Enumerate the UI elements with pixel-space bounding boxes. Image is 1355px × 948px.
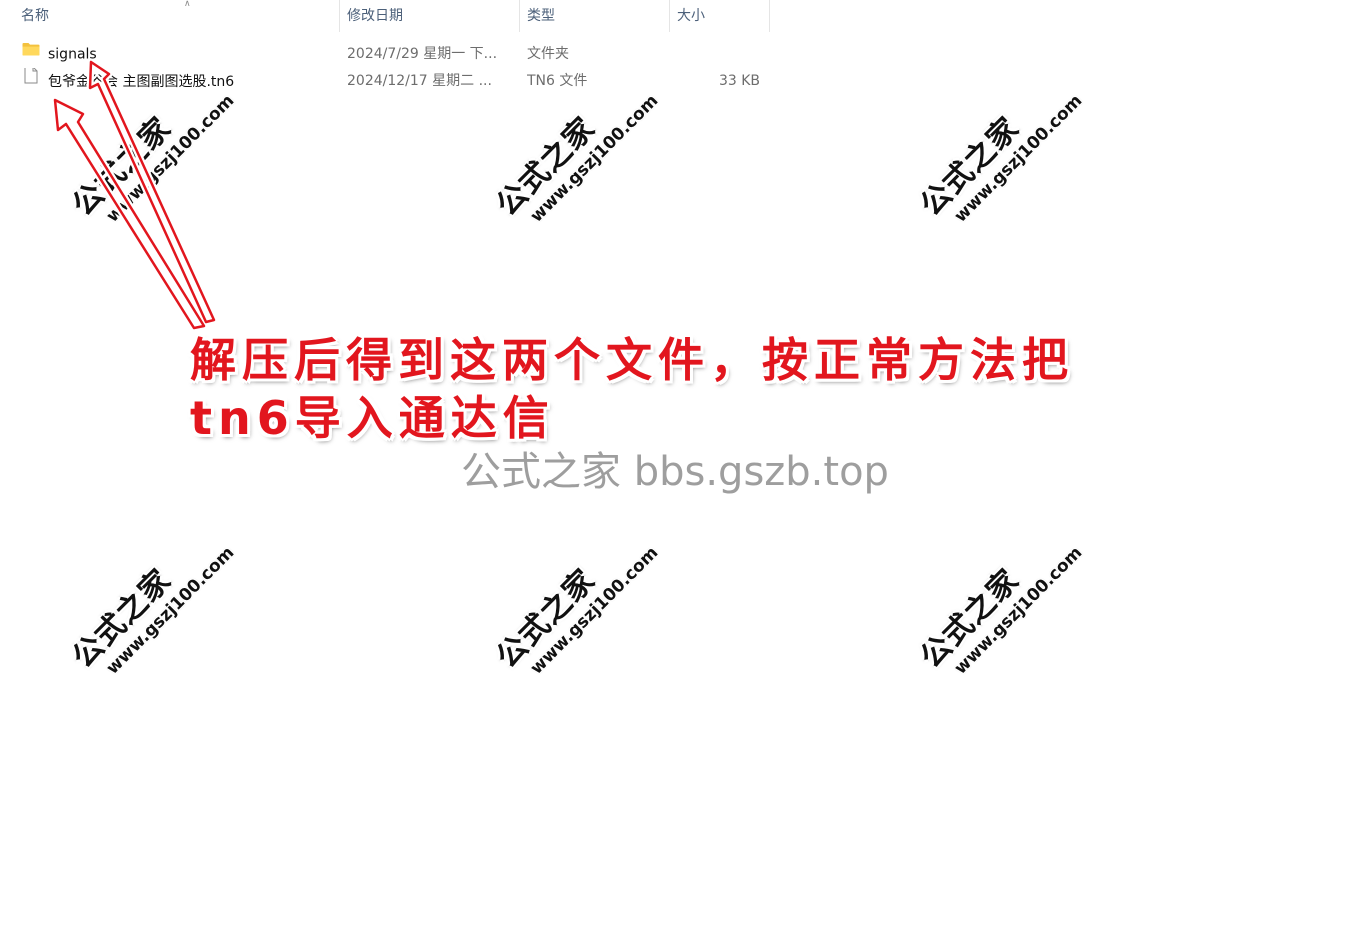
column-header-name-label: 名称 <box>21 8 49 24</box>
column-header-size-label: 大小 <box>677 8 705 24</box>
column-header-date-label: 修改日期 <box>347 8 403 24</box>
watermark: 公式之家 www.gszj100.com <box>913 510 1106 701</box>
file-date: 2024/12/17 星期二 ... <box>347 73 492 89</box>
watermark-title: 公式之家 <box>913 110 1027 224</box>
column-header-size[interactable]: 大小 <box>670 0 770 32</box>
file-name: signals <box>48 46 97 63</box>
file-row-signals[interactable]: signals 2024/7/29 星期一 下... 文件夹 <box>0 41 770 68</box>
file-explorer-view: 名称 ∧ 修改日期 类型 大小 signals 2024/7/29 星期一 下.… <box>0 0 1355 948</box>
watermark-title: 公式之家 <box>489 562 603 676</box>
folder-icon <box>22 41 40 66</box>
file-date: 2024/7/29 星期一 下... <box>347 46 498 62</box>
site-watermark: 公式之家 bbs.gszb.top <box>461 449 889 495</box>
column-header-bar: 名称 ∧ 修改日期 类型 大小 <box>0 0 770 32</box>
column-header-date[interactable]: 修改日期 <box>340 0 520 32</box>
sort-ascending-icon: ∧ <box>184 0 191 9</box>
annotation-line-1: 解压后得到这两个文件，按正常方法把 <box>190 333 1074 387</box>
file-size: 33 KB <box>718 73 760 89</box>
file-type: 文件夹 <box>527 46 569 62</box>
watermark-title: 公式之家 <box>913 562 1027 676</box>
column-header-type[interactable]: 类型 <box>520 0 670 32</box>
column-header-type-label: 类型 <box>527 8 555 24</box>
file-row-name-cell: signals <box>22 41 332 68</box>
column-header-name[interactable]: 名称 ∧ <box>14 0 340 32</box>
annotation-line-2: tn6导入通达信 <box>190 391 555 445</box>
watermark: 公式之家 www.gszj100.com <box>913 58 1106 249</box>
watermark: 公式之家 www.gszj100.com <box>489 510 682 701</box>
watermark-title: 公式之家 <box>65 562 179 676</box>
watermark: 公式之家 www.gszj100.com <box>65 510 258 701</box>
file-icon <box>22 68 40 94</box>
file-size <box>670 41 760 68</box>
